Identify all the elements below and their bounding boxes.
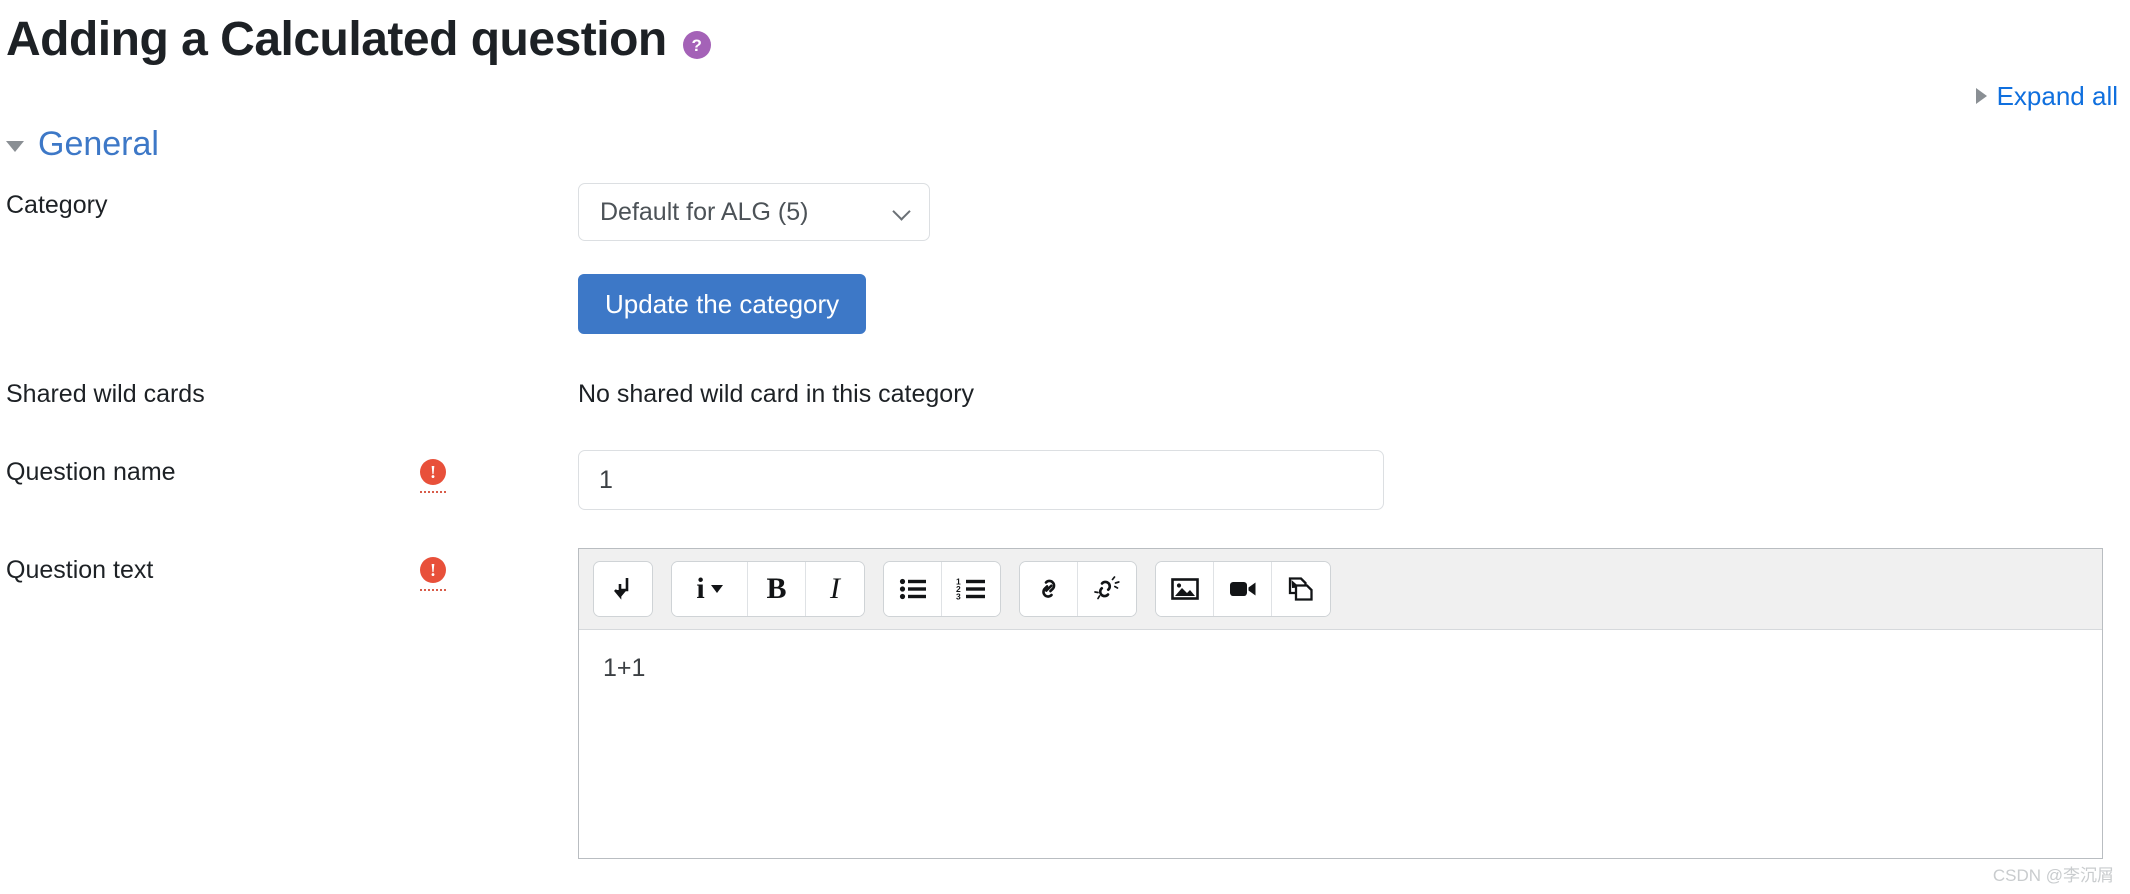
toolbar-group-media <box>1155 561 1331 618</box>
toolbar-group-lists: 1 2 3 <box>883 561 1001 618</box>
help-circle-icon[interactable]: ? <box>682 31 711 60</box>
form-row-shared-wild-cards: Shared wild cards No shared wild card in… <box>0 372 2130 411</box>
info-style-dropdown-icon: i <box>696 572 705 606</box>
field-cell-shared-wild-cards: No shared wild card in this category <box>578 372 2130 411</box>
numbered-list-button[interactable]: 1 2 3 <box>942 562 1000 617</box>
image-icon <box>1170 578 1199 600</box>
caret-right-icon <box>1975 88 1987 105</box>
label-cell-question-text: Question text ! <box>6 548 578 592</box>
section-header-general[interactable]: General <box>6 124 2130 165</box>
bulleted-list-button[interactable] <box>884 562 942 617</box>
question-name-label: Question name <box>6 458 176 487</box>
svg-text:3: 3 <box>956 592 961 602</box>
page-title: Adding a Calculated question <box>6 13 667 66</box>
label-cell-category: Category <box>6 183 578 221</box>
required-exclamation-icon: ! <box>420 557 446 584</box>
toolbar-group-expand <box>593 561 653 618</box>
italic-button[interactable]: I <box>806 562 864 617</box>
question-name-required-marker[interactable]: ! <box>420 459 446 494</box>
numbered-list-icon: 1 2 3 <box>956 577 985 602</box>
insert-link-button[interactable] <box>1020 562 1078 617</box>
category-select[interactable]: Default for ALG (5) <box>578 182 930 241</box>
question-name-input[interactable] <box>578 450 1384 511</box>
label-cell-shared-wild-cards: Shared wild cards <box>6 372 578 410</box>
field-cell-question-name <box>578 450 2130 511</box>
page-header: Adding a Calculated question ? <box>0 0 2130 67</box>
form-row-question-name: Question name ! <box>0 450 2130 511</box>
expand-toolbar-button[interactable] <box>594 562 652 617</box>
video-camera-icon <box>1229 582 1255 597</box>
toolbar-group-link <box>1019 561 1137 618</box>
manage-files-button[interactable] <box>1272 562 1330 617</box>
caret-down-icon <box>6 140 24 152</box>
shared-wild-cards-label: Shared wild cards <box>6 379 205 408</box>
insert-image-button[interactable] <box>1156 562 1214 617</box>
broken-link-icon <box>1094 576 1120 600</box>
question-text-label: Question text <box>6 556 154 585</box>
watermark: CSDN @李沉屑 <box>1992 866 2114 885</box>
category-label: Category <box>6 190 108 219</box>
section-title: General <box>38 124 159 163</box>
expand-all-row: Expand all <box>0 81 2130 112</box>
italic-icon: I <box>830 572 840 606</box>
arrow-down-hook-icon <box>614 578 629 600</box>
chevron-down-icon <box>710 585 723 594</box>
bulleted-list-icon <box>899 578 926 600</box>
category-select-wrap: Default for ALG (5) <box>578 182 930 241</box>
field-cell-question-text: i B I 1 2 3 1+1 <box>578 548 2130 860</box>
label-cell-question-name: Question name ! <box>6 450 578 494</box>
field-cell-category: Default for ALG (5) Update the category <box>578 182 2130 334</box>
bold-button[interactable]: B <box>748 562 806 617</box>
editor-toolbar: i B I 1 2 3 <box>579 549 2102 631</box>
shared-wild-cards-value: No shared wild card in this category <box>578 379 975 408</box>
rich-text-editor: i B I 1 2 3 1+1 <box>578 548 2103 860</box>
manage-files-icon <box>1288 577 1313 601</box>
link-chain-icon <box>1041 579 1055 598</box>
form-row-question-text: Question text ! i B I 1 2 3 1+1 <box>0 548 2130 860</box>
toolbar-group-format: i B I <box>671 561 865 618</box>
expand-all-label: Expand all <box>1996 80 2118 111</box>
bold-icon: B <box>766 572 787 606</box>
insert-video-button[interactable] <box>1214 562 1272 617</box>
question-text-required-marker[interactable]: ! <box>420 557 446 592</box>
unlink-button[interactable] <box>1078 562 1136 617</box>
update-category-button[interactable]: Update the category <box>578 273 867 334</box>
expand-all-link[interactable]: Expand all <box>1975 80 2118 112</box>
question-text-editor-area[interactable]: 1+1 <box>579 630 2102 859</box>
paragraph-style-button[interactable]: i <box>672 562 748 617</box>
required-exclamation-icon: ! <box>420 459 446 486</box>
form-row-category: Category Default for ALG (5) Update the … <box>0 182 2130 334</box>
